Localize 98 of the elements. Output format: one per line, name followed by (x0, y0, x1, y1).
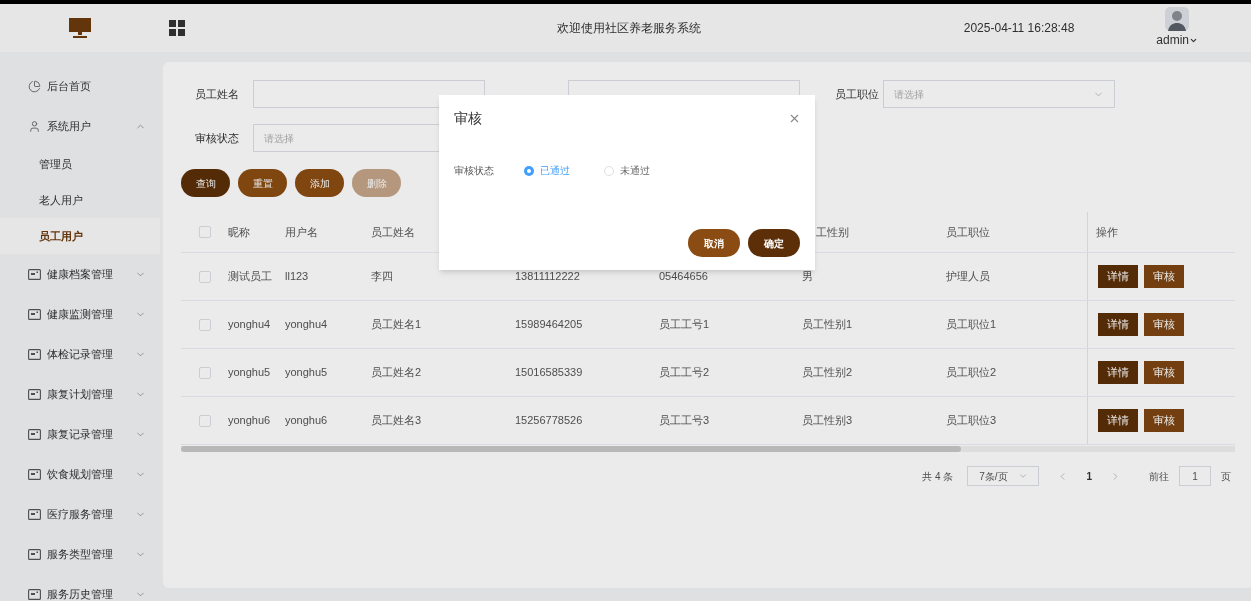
filter-label: 员工姓名 (195, 86, 240, 102)
card-icon (28, 268, 41, 280)
sidebar-item[interactable]: 后台首页 (0, 66, 160, 106)
goto-label: 前往 (1149, 469, 1169, 484)
table-cell-text: ll123 (285, 269, 309, 285)
table-cell-text: 男 (802, 269, 813, 285)
table-cell-text: 护理人员 (946, 269, 990, 285)
row-action-button[interactable]: 审核 (1144, 265, 1184, 288)
table-cell-text: 员工姓名3 (371, 413, 422, 429)
card-icon (28, 548, 41, 560)
column-header: 员工姓名 (371, 224, 415, 240)
card-icon (28, 348, 41, 360)
column-header: 昵称 (228, 224, 250, 240)
dialog-button[interactable]: 取消 (688, 229, 740, 257)
row-action-button[interactable]: 详情 (1098, 409, 1138, 432)
table-cell-text: 员工性别2 (802, 365, 853, 381)
field-label: 审核状态 (454, 164, 495, 178)
column-header: 操作 (1096, 224, 1118, 240)
table-cell-text: 员工工号3 (659, 413, 710, 429)
user-menu[interactable]: admin (1156, 31, 1198, 49)
close-icon[interactable] (788, 112, 801, 125)
date-time: 2025-04-11 16:28:48 (963, 20, 1075, 37)
sidebar-item[interactable]: 服务类型管理 (0, 534, 160, 574)
sidebar-item[interactable]: 系统用户 (0, 106, 160, 146)
table-cell-text: 员工工号1 (659, 317, 710, 333)
row-action-button[interactable]: 审核 (1144, 409, 1184, 432)
table-cell-text: 李四 (371, 269, 393, 285)
column-header: 用户名 (285, 224, 318, 240)
chevron-down-icon (1017, 471, 1028, 481)
page-number[interactable]: 1 (1078, 468, 1100, 484)
table-cell-text: 测试员工 (228, 269, 272, 285)
sidebar-subitem[interactable]: 员工用户 (0, 218, 160, 254)
pie-chart-icon (28, 79, 41, 93)
user-icon (28, 119, 41, 133)
table-cell-text: 员工职位3 (946, 413, 997, 429)
scrollbar-thumb[interactable] (181, 446, 961, 452)
row-action-button[interactable]: 详情 (1098, 361, 1138, 384)
page-unit: 页 (1221, 469, 1231, 484)
checkbox[interactable] (198, 226, 211, 238)
row-action-button[interactable]: 审核 (1144, 361, 1184, 384)
table-cell-text: 13811112222 (515, 269, 580, 285)
toolbar-button[interactable]: 添加 (295, 169, 344, 197)
row-action-button[interactable]: 详情 (1098, 313, 1138, 336)
total-count: 共 4 条 (922, 469, 954, 484)
monitor-icon (68, 17, 92, 39)
card-icon (28, 508, 41, 520)
column-header: 工性别 (816, 224, 849, 240)
table-cell-text: 员工职位2 (946, 365, 997, 381)
toolbar-button[interactable]: 重置 (238, 169, 287, 197)
card-icon (28, 588, 41, 600)
table-cell-text: 05464656 (659, 269, 708, 285)
radio-option[interactable]: 未通过 (604, 163, 684, 178)
row-action-button[interactable]: 审核 (1144, 313, 1184, 336)
table-cell-text: yonghu6 (285, 413, 328, 429)
table-cell-text: yonghu5 (285, 365, 328, 381)
goto-page-field[interactable]: 1 (1179, 466, 1211, 486)
card-icon (28, 468, 41, 480)
sidebar-subitem[interactable]: 管理员 (0, 146, 160, 182)
table-cell-text: 员工性别3 (802, 413, 853, 429)
text-field[interactable] (253, 80, 485, 108)
checkbox[interactable] (198, 414, 211, 427)
table-cell-text: 15256778526 (515, 413, 583, 429)
sidebar-item[interactable]: 健康档案管理 (0, 254, 160, 294)
sidebar-item[interactable]: 康复计划管理 (0, 374, 160, 414)
table-cell-text: yonghu6 (228, 413, 271, 429)
sidebar-item[interactable]: 医疗服务管理 (0, 494, 160, 534)
table-cell-text: 员工工号2 (659, 365, 710, 381)
filter-label: 员工职位 (834, 86, 879, 102)
checkbox[interactable] (198, 318, 211, 331)
table-cell-text: yonghu5 (228, 365, 271, 381)
sidebar-item[interactable]: 康复记录管理 (0, 414, 160, 454)
page-size-select[interactable]: 7条/页 (967, 466, 1040, 486)
sidebar-item[interactable]: 饮食规划管理 (0, 454, 160, 494)
avatar[interactable] (1165, 7, 1190, 31)
filter-label: 审核状态 (195, 130, 240, 146)
table-cell-text: 员工职位1 (946, 317, 997, 333)
table-cell-text: yonghu4 (285, 317, 328, 333)
table-cell-text: 员工姓名1 (371, 317, 422, 333)
sidebar-item[interactable]: 体检记录管理 (0, 334, 160, 374)
card-icon (28, 388, 41, 400)
table-cell-text: yonghu4 (228, 317, 271, 333)
checkbox[interactable] (198, 270, 211, 283)
row-action-button[interactable]: 详情 (1098, 265, 1138, 288)
system-title: 欢迎使用社区养老服务系统 (557, 20, 702, 37)
card-icon (28, 308, 41, 320)
checkbox[interactable] (198, 366, 211, 379)
card-icon (28, 428, 41, 440)
toolbar-button[interactable]: 查询 (181, 169, 230, 197)
sidebar-item[interactable]: 健康监测管理 (0, 294, 160, 334)
dialog-button[interactable]: 确定 (748, 229, 800, 257)
table-cell-text: 15016585339 (515, 365, 583, 381)
table-cell-text: 15989464205 (515, 317, 583, 333)
column-header: 员工职位 (946, 224, 990, 240)
table-cell-text: 员工性别1 (802, 317, 853, 333)
grid-icon[interactable] (169, 20, 185, 36)
sidebar-item[interactable]: 服务历史管理 (0, 574, 160, 601)
table-cell-text: 员工姓名2 (371, 365, 422, 381)
sidebar-subitem[interactable]: 老人用户 (0, 182, 160, 218)
